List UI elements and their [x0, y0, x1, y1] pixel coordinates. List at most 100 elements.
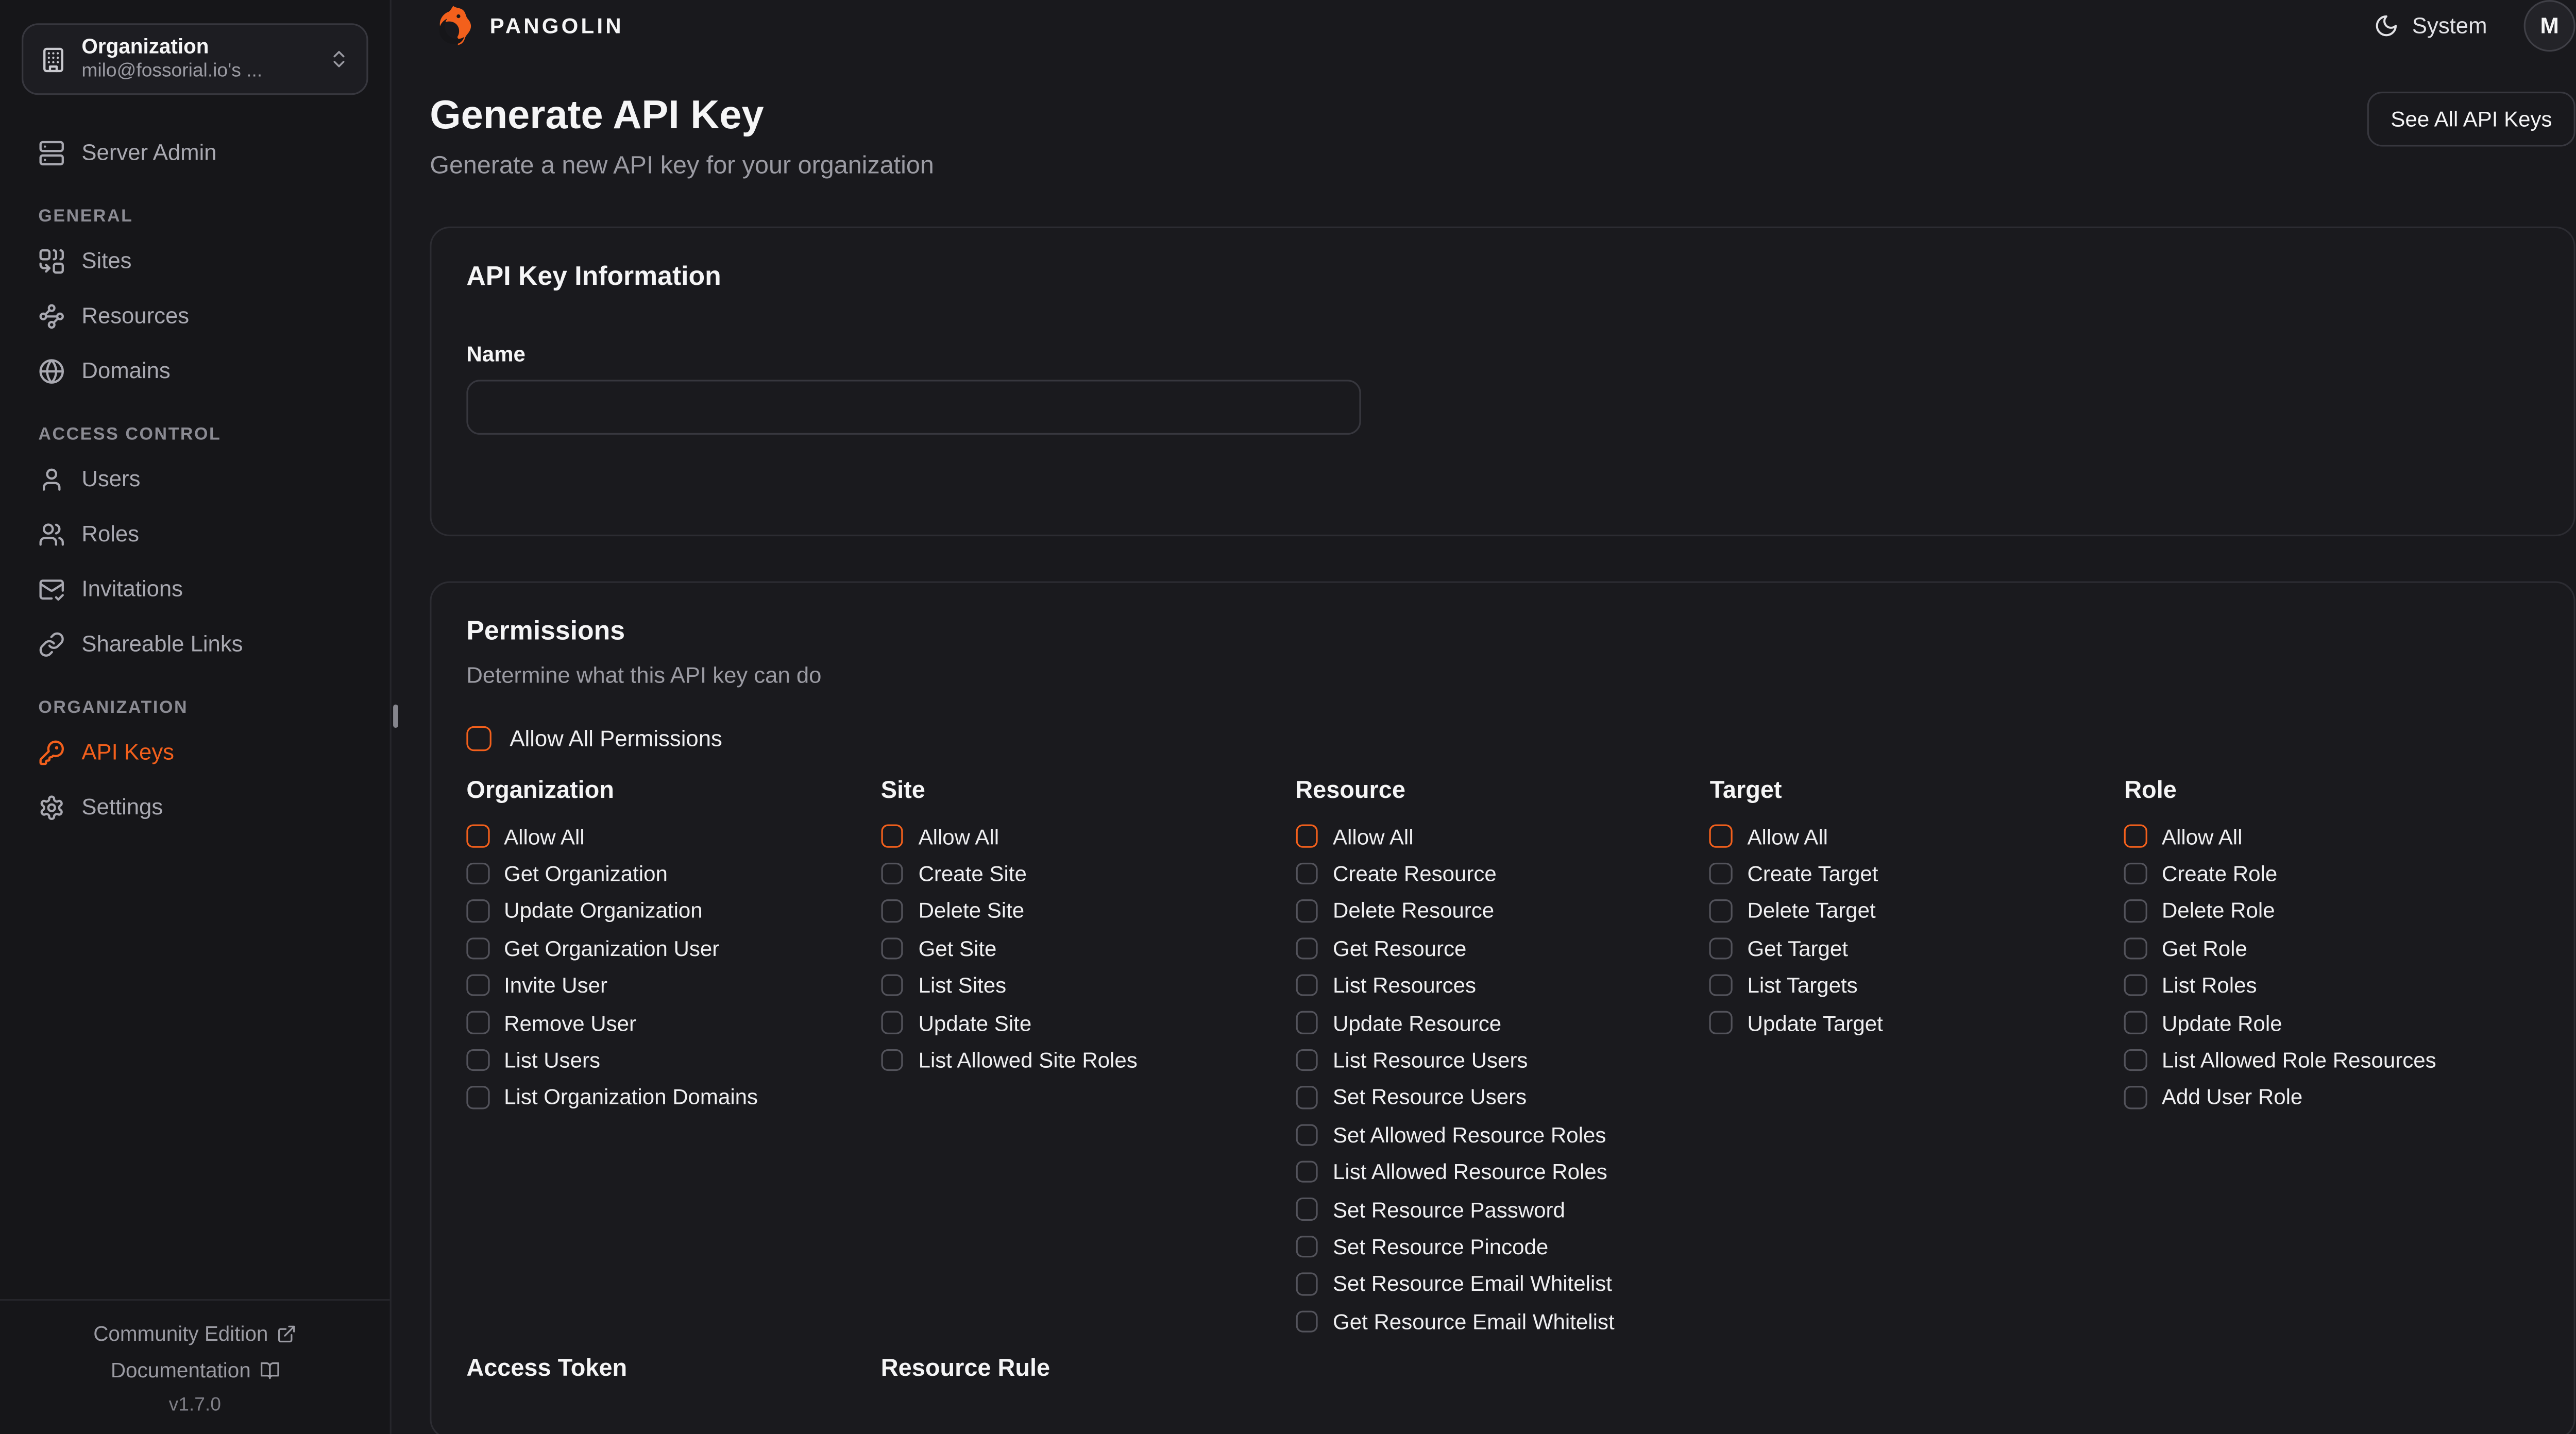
checkbox-resource-list-resources[interactable]	[1295, 974, 1318, 997]
sidebar-item-shareable-links[interactable]: Shareable Links	[22, 618, 368, 670]
checkbox-resource-set-allowed-resource-roles[interactable]	[1295, 1123, 1318, 1146]
permission-row-list-allowed-resource-roles: List Allowed Resource Roles	[1295, 1153, 1709, 1190]
checkbox-role-list-allowed-role-resources[interactable]	[2124, 1049, 2147, 1071]
checkbox-site-allow-all[interactable]	[881, 825, 904, 848]
checkbox-organization-get-organization-user[interactable]	[466, 937, 489, 960]
permission-row-get-organization: Get Organization	[466, 855, 880, 892]
checkbox-target-list-targets[interactable]	[1710, 974, 1733, 997]
permission-row-list-targets: List Targets	[1710, 967, 2124, 1004]
permission-row-invite-user: Invite User	[466, 967, 880, 1004]
checkbox-resource-set-resource-users[interactable]	[1295, 1086, 1318, 1109]
checkbox-resource-delete-resource[interactable]	[1295, 900, 1318, 923]
sidebar-item-resources[interactable]: Resources	[22, 290, 368, 342]
checkbox-target-get-target[interactable]	[1710, 937, 1733, 960]
checkbox-role-list-roles[interactable]	[2124, 974, 2147, 997]
sidebar-item-users[interactable]: Users	[22, 453, 368, 504]
permission-row-allow-all: Allow All	[1295, 818, 1709, 855]
permission-column-title: Organization	[466, 777, 880, 806]
sidebar-item-api-keys[interactable]: API Keys	[22, 726, 368, 778]
checkbox-organization-list-organization-domains[interactable]	[466, 1086, 489, 1109]
sidebar-section-label-general: GENERAL	[22, 207, 368, 227]
permission-column-title: Access Token	[466, 1356, 880, 1385]
sidebar-item-label: Users	[81, 466, 140, 491]
version-label: v1.7.0	[0, 1396, 390, 1416]
checkbox-site-get-site[interactable]	[881, 937, 904, 960]
checkbox-target-allow-all[interactable]	[1710, 825, 1733, 848]
permission-row-delete-site: Delete Site	[881, 892, 1295, 929]
checkbox-target-update-target[interactable]	[1710, 1012, 1733, 1034]
permission-row-delete-resource: Delete Resource	[1295, 892, 1709, 929]
checkbox-resource-create-resource[interactable]	[1295, 862, 1318, 885]
sidebar-item-settings[interactable]: Settings	[22, 781, 368, 832]
checkbox-role-delete-role[interactable]	[2124, 900, 2147, 923]
checkbox-organization-invite-user[interactable]	[466, 974, 489, 997]
permission-row-set-allowed-resource-roles: Set Allowed Resource Roles	[1295, 1116, 1709, 1153]
checkbox-site-create-site[interactable]	[881, 862, 904, 885]
permission-row-set-resource-password: Set Resource Password	[1295, 1191, 1709, 1228]
checkbox-role-add-user-role[interactable]	[2124, 1086, 2147, 1109]
checkbox-resource-set-resource-password[interactable]	[1295, 1198, 1318, 1221]
sidebar-item-server-admin[interactable]: Server Admin	[22, 127, 368, 178]
checkbox-target-delete-target[interactable]	[1710, 900, 1733, 923]
permissions-grid: Organization Allow All Get Organization Upd…	[466, 777, 2538, 1397]
checkbox-role-get-role[interactable]	[2124, 937, 2147, 960]
brand-name: PANGOLIN	[490, 13, 624, 39]
permission-row-list-organization-domains: List Organization Domains	[466, 1079, 880, 1116]
checkbox-role-allow-all[interactable]	[2124, 825, 2147, 848]
community-edition-link[interactable]: Community Edition	[0, 1322, 390, 1345]
name-input[interactable]	[466, 380, 1361, 435]
permission-column-title: Site	[881, 777, 1295, 806]
sidebar-item-domains[interactable]: Domains	[22, 345, 368, 396]
checkbox-organization-get-organization[interactable]	[466, 862, 489, 885]
checkbox-role-create-role[interactable]	[2124, 862, 2147, 885]
allow-all-permissions-checkbox[interactable]	[466, 725, 492, 750]
org-selector-value: milo@fossorial.io's ...	[81, 60, 313, 84]
checkbox-resource-list-allowed-resource-roles[interactable]	[1295, 1160, 1318, 1183]
checkbox-organization-update-organization[interactable]	[466, 900, 489, 923]
link-icon	[38, 630, 65, 657]
checkbox-site-delete-site[interactable]	[881, 900, 904, 923]
documentation-link[interactable]: Documentation	[0, 1359, 390, 1382]
permission-column-site: SiteAllow AllCreate SiteDelete SiteGet S…	[881, 777, 1295, 1340]
checkbox-resource-get-resource-email-whitelist[interactable]	[1295, 1310, 1318, 1333]
checkbox-resource-get-resource[interactable]	[1295, 937, 1318, 960]
permission-row-delete-role: Delete Role	[2124, 892, 2539, 929]
sidebar-item-roles[interactable]: Roles	[22, 508, 368, 559]
users-icon	[38, 520, 65, 547]
see-all-api-keys-button[interactable]: See All API Keys	[2367, 92, 2575, 147]
sidebar-item-label: Settings	[81, 794, 163, 820]
checkbox-site-list-sites[interactable]	[881, 974, 904, 997]
allow-all-permissions-label: Allow All Permissions	[510, 725, 722, 750]
avatar[interactable]: M	[2524, 0, 2575, 52]
sidebar-item-sites[interactable]: Sites	[22, 235, 368, 286]
checkbox-resource-set-resource-pincode[interactable]	[1295, 1235, 1318, 1258]
theme-toggle[interactable]: System	[2374, 13, 2487, 39]
permission-column-organization: OrganizationAllow AllGet OrganizationUpd…	[466, 777, 880, 1340]
checkbox-target-create-target[interactable]	[1710, 862, 1733, 885]
sidebar-scrollbar-thumb[interactable]	[393, 705, 398, 728]
main-content: PANGOLIN System M Generate API Key Gener…	[392, 0, 2576, 1434]
sidebar-item-label: Roles	[81, 521, 139, 547]
sidebar-item-label: Shareable Links	[81, 631, 243, 656]
theme-toggle-label: System	[2412, 13, 2487, 39]
sidebar-item-invitations[interactable]: Invitations	[22, 563, 368, 614]
checkbox-resource-list-resource-users[interactable]	[1295, 1049, 1318, 1071]
permission-row-get-organization-user: Get Organization User	[466, 930, 880, 967]
checkbox-resource-update-resource[interactable]	[1295, 1012, 1318, 1034]
book-open-icon	[259, 1361, 279, 1381]
waypoints-icon	[38, 302, 65, 329]
checkbox-site-update-site[interactable]	[881, 1012, 904, 1034]
permission-column-title: Role	[2124, 777, 2539, 806]
checkbox-site-list-allowed-site-roles[interactable]	[881, 1049, 904, 1071]
checkbox-organization-allow-all[interactable]	[466, 825, 489, 848]
permission-row-update-target: Update Target	[1710, 1004, 2124, 1042]
checkbox-resource-allow-all[interactable]	[1295, 825, 1318, 848]
org-selector[interactable]: Organization milo@fossorial.io's ...	[22, 23, 368, 95]
checkbox-role-update-role[interactable]	[2124, 1012, 2147, 1034]
combine-icon	[38, 247, 65, 274]
key-icon	[38, 739, 65, 765]
checkbox-organization-list-users[interactable]	[466, 1049, 489, 1071]
external-link-icon	[277, 1324, 297, 1344]
checkbox-organization-remove-user[interactable]	[466, 1012, 489, 1034]
checkbox-resource-set-resource-email-whitelist[interactable]	[1295, 1273, 1318, 1295]
